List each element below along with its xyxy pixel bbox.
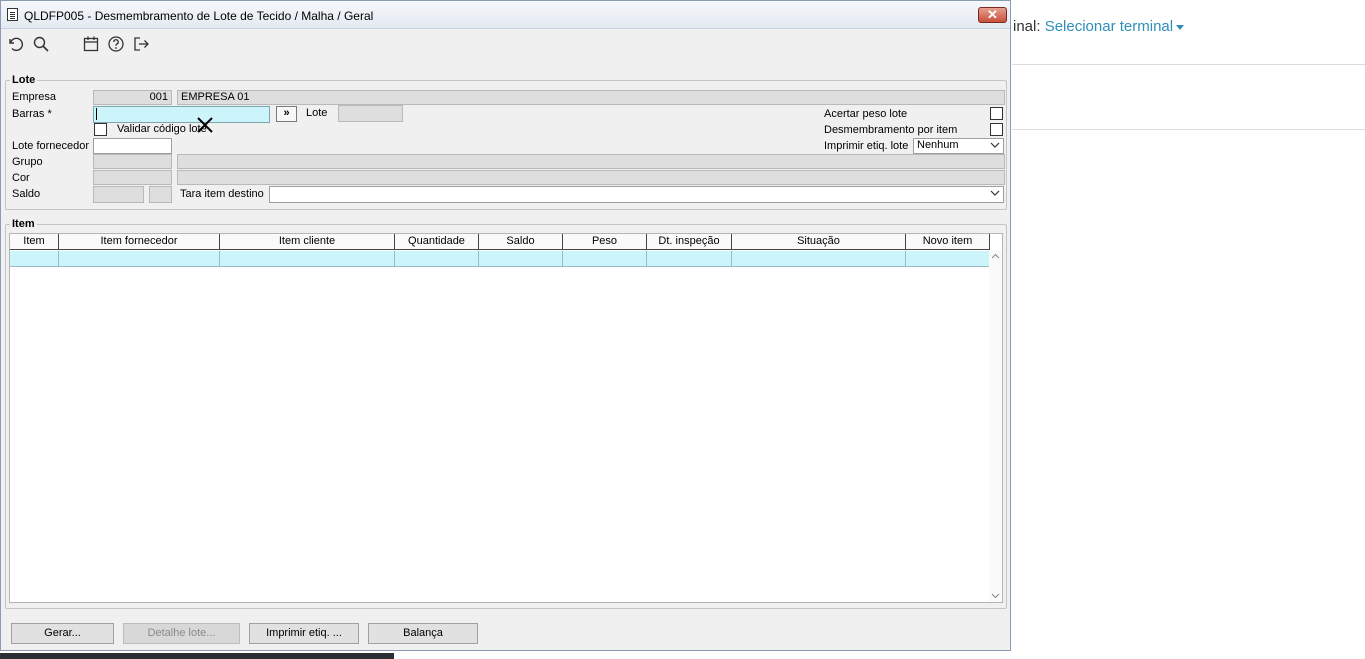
grupo-label: Grupo [12, 156, 43, 168]
chevron-up-icon[interactable] [991, 252, 1000, 261]
lote-label: Lote [306, 107, 328, 119]
desmembramento-checkbox[interactable] [990, 123, 1003, 136]
divider [1012, 64, 1365, 65]
chevron-down-icon [990, 142, 1000, 148]
search-icon[interactable] [32, 35, 50, 53]
calendar-icon[interactable] [82, 35, 100, 53]
cell-peso[interactable] [563, 251, 647, 267]
terminal-label: inal: [1013, 18, 1041, 35]
column-header-dt-inspecao[interactable]: Dt. inspeção [647, 234, 732, 250]
title-bar[interactable]: QLDFP005 - Desmembramento de Lote de Tec… [1, 1, 1010, 29]
vertical-scrollbar[interactable] [989, 250, 1002, 602]
validar-codigo-label[interactable]: Validar código lote [117, 123, 207, 135]
detalhe-lote-button[interactable]: Detalhe lote... [123, 623, 240, 644]
saldo-label: Saldo [12, 188, 41, 200]
item-grid: Item Item fornecedor Item cliente Quanti… [9, 233, 1003, 603]
column-header-novo-item[interactable]: Novo item [906, 234, 990, 250]
table-row[interactable] [10, 251, 990, 267]
chevron-down-icon [990, 190, 1000, 196]
cell-item[interactable] [10, 251, 59, 267]
window-title: QLDFP005 - Desmembramento de Lote de Tec… [24, 9, 374, 23]
cell-novo-item[interactable] [906, 251, 990, 267]
text-caret [96, 108, 97, 120]
saldo-unit-field [149, 186, 172, 203]
desmembramento-label: Desmembramento por item [824, 124, 958, 136]
cell-quantidade[interactable] [395, 251, 479, 267]
terminal-selector: inal: Selecionar terminal [1013, 18, 1185, 35]
imprimir-etiq-label: Imprimir etiq. lote [824, 140, 909, 152]
cor-name-field [177, 170, 1005, 185]
chevron-down-icon[interactable] [991, 591, 1000, 600]
undo-icon[interactable] [6, 35, 24, 53]
empresa-name-field: EMPRESA 01 [177, 90, 1005, 105]
document-icon [7, 8, 18, 21]
empresa-label: Empresa [12, 91, 57, 103]
cell-item-cliente[interactable] [220, 251, 395, 267]
help-icon[interactable] [107, 35, 125, 53]
dialog-window: QLDFP005 - Desmembramento de Lote de Tec… [0, 0, 1011, 651]
column-header-item-cliente[interactable]: Item cliente [220, 234, 395, 250]
cell-dt-inspecao[interactable] [647, 251, 732, 267]
column-header-peso[interactable]: Peso [563, 234, 647, 250]
toolbar [1, 29, 1010, 59]
cor-label: Cor [12, 172, 30, 184]
cell-situacao[interactable] [732, 251, 906, 267]
tara-item-destino-select[interactable] [269, 186, 1004, 203]
item-group-label: Item [12, 218, 35, 230]
column-header-quantidade[interactable]: Quantidade [395, 234, 479, 250]
lote-fornecedor-label: Lote fornecedor [12, 140, 90, 152]
select-terminal-link[interactable]: Selecionar terminal [1045, 18, 1173, 35]
balanca-button[interactable]: Balança [368, 623, 478, 644]
barras-input[interactable] [93, 106, 270, 123]
acertar-peso-checkbox[interactable] [990, 107, 1003, 120]
imprimir-etiq-button[interactable]: Imprimir etiq. ... [249, 623, 359, 644]
cell-saldo[interactable] [479, 251, 563, 267]
saldo-field [93, 186, 144, 203]
lote-field [338, 105, 403, 122]
grupo-name-field [177, 154, 1005, 169]
empresa-code-field: 001 [93, 90, 172, 105]
grid-header: Item Item fornecedor Item cliente Quanti… [10, 234, 990, 250]
column-header-item[interactable]: Item [10, 234, 59, 250]
cell-item-fornecedor[interactable] [59, 251, 220, 267]
gerar-button[interactable]: Gerar... [11, 623, 114, 644]
caret-down-icon[interactable] [1176, 24, 1185, 30]
column-header-item-fornecedor[interactable]: Item fornecedor [59, 234, 220, 250]
tara-label: Tara item destino [180, 188, 264, 200]
lote-fornecedor-input[interactable] [93, 138, 172, 154]
validar-codigo-checkbox[interactable] [94, 123, 107, 136]
barras-search-button[interactable]: » [276, 106, 297, 122]
close-button[interactable]: ✕ [978, 7, 1007, 23]
exit-icon[interactable] [132, 35, 150, 53]
acertar-peso-label: Acertar peso lote [824, 108, 908, 120]
mouse-cursor-icon [197, 117, 213, 133]
imprimir-etiq-value: Nenhum [917, 139, 959, 151]
cor-code-field [93, 170, 172, 185]
divider [1012, 129, 1365, 130]
taskbar-strip [0, 653, 394, 659]
lote-group-label: Lote [12, 74, 36, 86]
column-header-situacao[interactable]: Situação [732, 234, 906, 250]
barras-label: Barras * [12, 108, 52, 120]
grupo-code-field [93, 154, 172, 169]
imprimir-etiq-select[interactable]: Nenhum [913, 138, 1004, 154]
column-header-saldo[interactable]: Saldo [479, 234, 563, 250]
